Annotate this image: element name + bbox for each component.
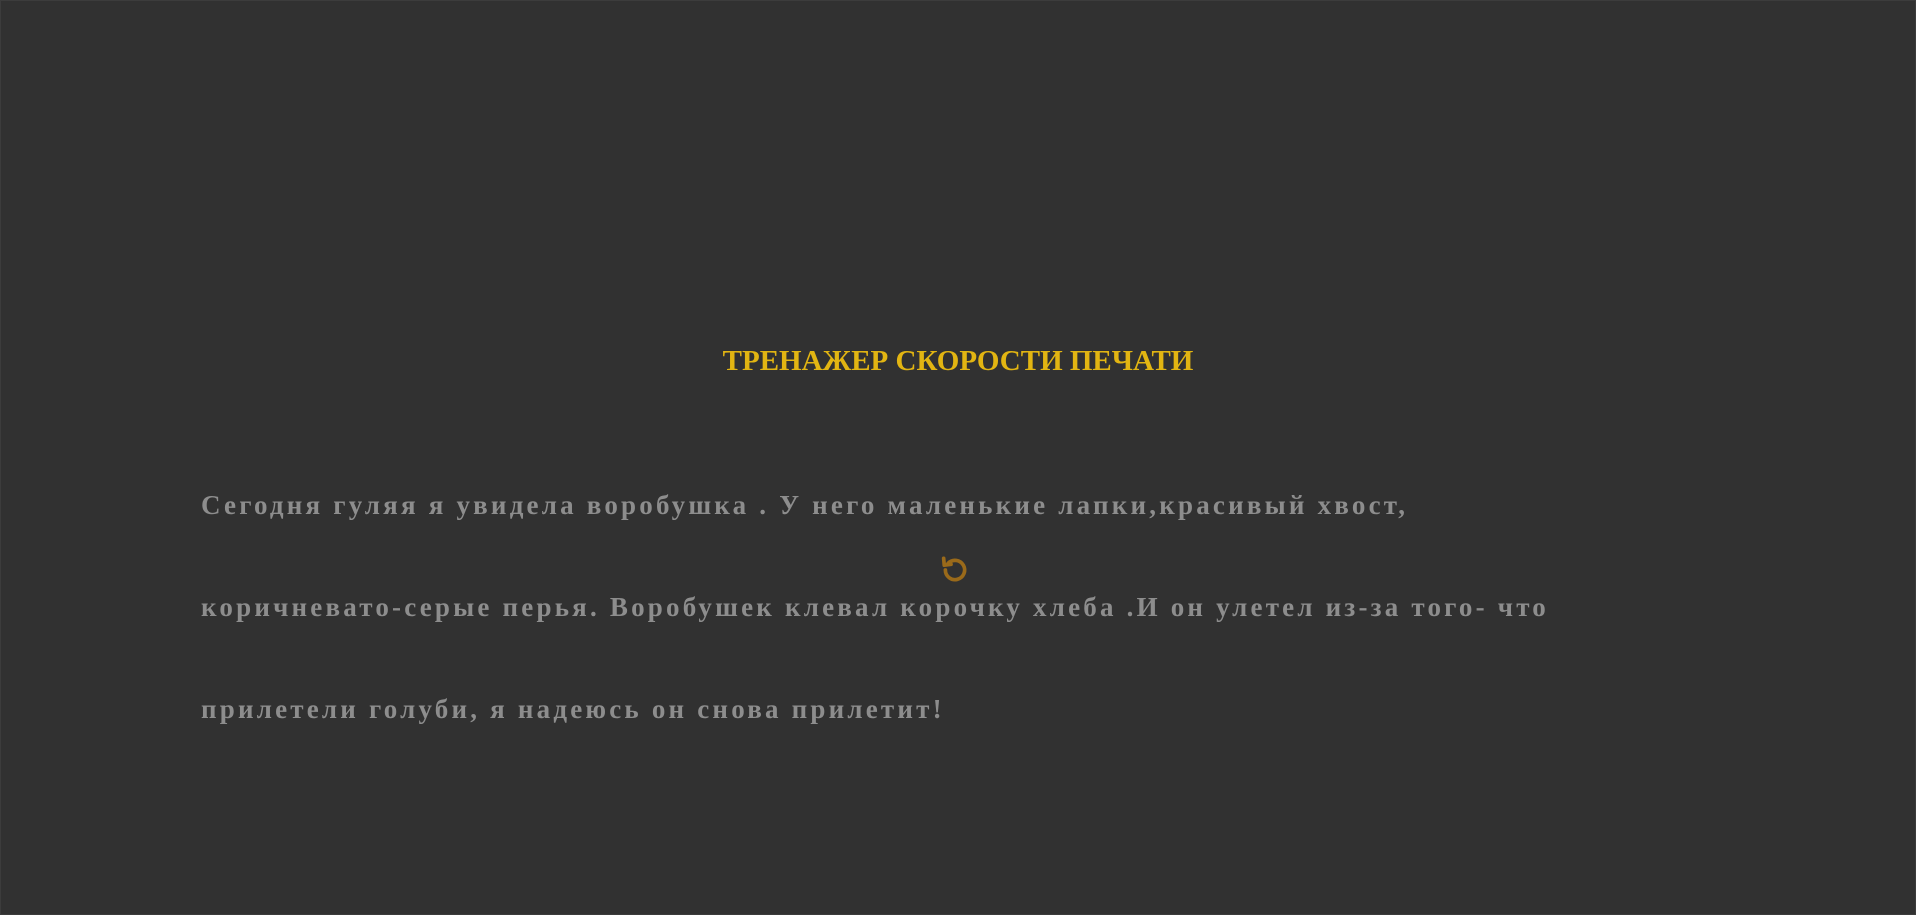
page-title: ТРЕНАЖЕР СКОРОСТИ ПЕЧАТИ [722, 345, 1194, 377]
typing-text: Сегодня гуляя я увидела воробушка . У не… [201, 420, 1731, 760]
text-line: коричневато-серые перья. Воробушек клева… [201, 592, 1550, 622]
text-line: прилетели голуби, я надеюсь он снова при… [201, 694, 945, 724]
text-line: Сегодня гуляя я увидела воробушка . У не… [201, 490, 1409, 520]
restart-icon [938, 553, 972, 590]
restart-button[interactable] [937, 553, 973, 589]
